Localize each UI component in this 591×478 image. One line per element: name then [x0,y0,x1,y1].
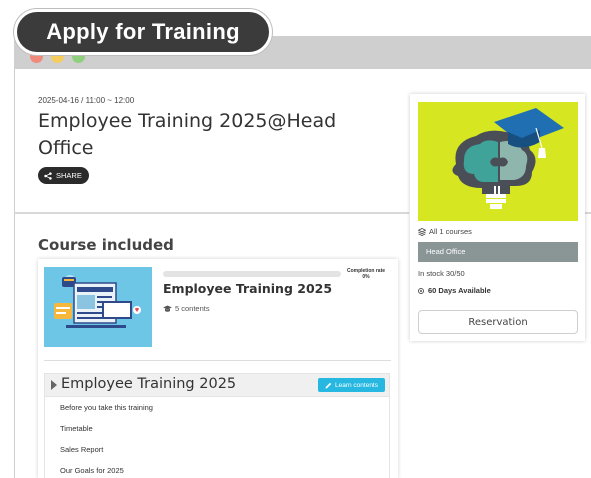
section-divider-right [585,212,591,214]
section-title[interactable]: Employee Training 2025 [61,376,236,392]
courses-heading: Course included [38,236,174,254]
learn-contents-label: Learn contents [334,381,378,389]
lesson-item[interactable]: Before you take this training [45,397,389,418]
app-title-badge: Apply for Training [14,9,272,55]
lesson-item[interactable]: Our Goals for 2025 [45,460,389,478]
stack-icon [418,227,426,236]
radio-dot-icon [418,287,424,294]
location-bar: Head Office [418,242,578,262]
lesson-list: Before you take this training Timetable … [44,397,390,478]
share-icon [44,171,52,180]
completion-rate: Completion rate 0% [340,268,392,280]
graduation-cap-icon [163,305,172,312]
lesson-item[interactable]: Timetable [45,418,389,439]
share-button[interactable]: SHARE [38,167,89,184]
all-courses-label: All 1 courses [429,227,472,236]
brain-graduation-illustration [452,108,564,209]
contents-count-label: 5 contents [175,304,210,313]
learn-contents-button[interactable]: Learn contents [318,378,385,392]
all-courses: All 1 courses [418,227,472,236]
event-datetime: 2025-04-16 / 11:00 ~ 12:00 [38,96,135,105]
section-divider [14,212,409,214]
course-thumbnail[interactable] [44,267,152,347]
app-title: Apply for Training [46,19,240,44]
contents-count: 5 contents [163,304,210,313]
reservation-button[interactable]: Reservation [418,310,578,334]
availability-label: 60 Days Available [428,286,491,295]
completion-progress-bar [163,271,341,277]
share-label: SHARE [56,171,82,180]
caret-right-icon[interactable] [51,380,57,390]
card-divider [44,360,391,361]
training-image [418,102,578,221]
lesson-item[interactable]: Sales Report [45,439,389,460]
course-thumbnail-illustration [54,275,141,328]
pencil-icon [325,382,332,388]
event-title: Employee Training 2025@Head Office [38,110,337,159]
course-name[interactable]: Employee Training 2025 [163,281,332,296]
page-root: Apply for Training 2025-04-16 / 11:00 ~ … [0,0,591,478]
availability: 60 Days Available [418,286,491,295]
stock-status: In stock 30/50 [418,269,465,278]
completion-rate-value: 0% [362,274,370,280]
